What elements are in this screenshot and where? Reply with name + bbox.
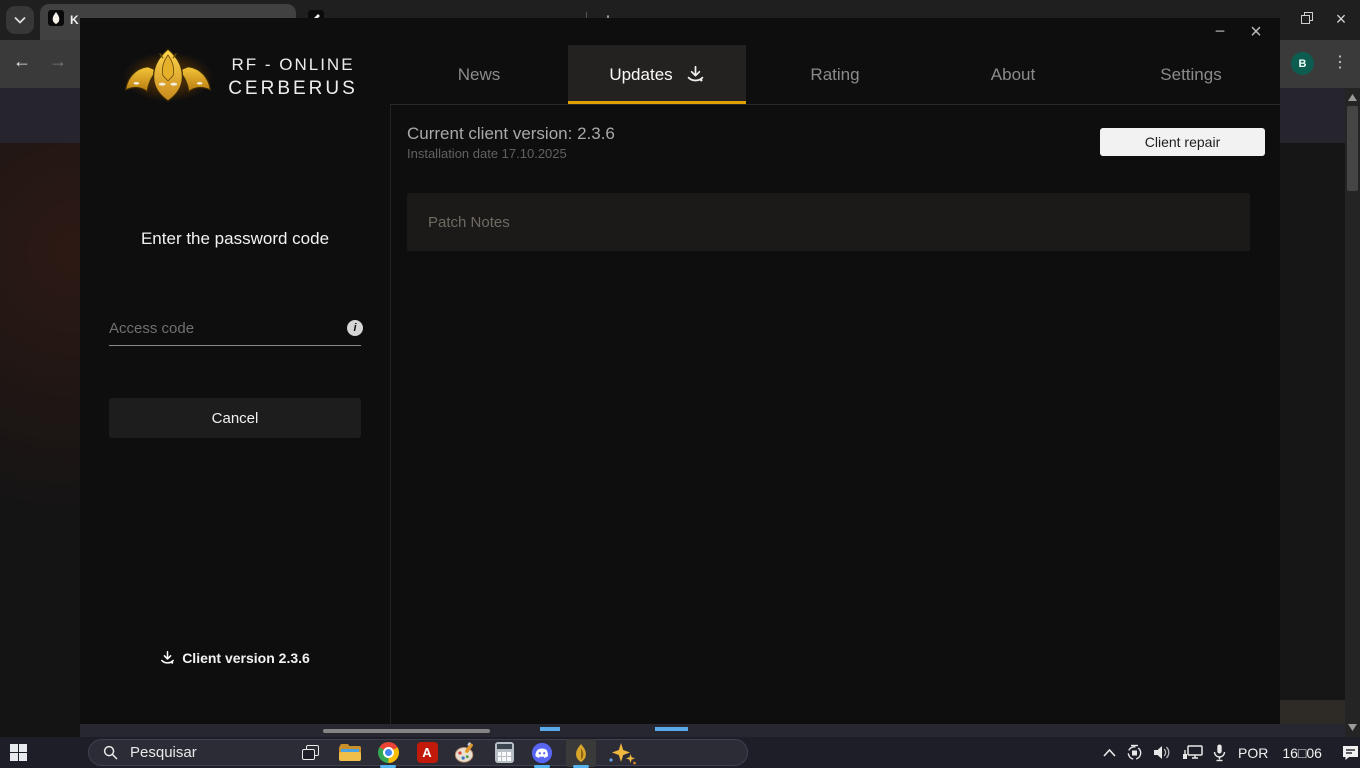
browser-page-bottom-sliver [80, 724, 1345, 737]
patch-notes-panel[interactable]: Patch Notes [407, 193, 1250, 251]
browser-toolbar-left: ← → [0, 40, 80, 88]
notifications-icon[interactable] [1341, 744, 1360, 762]
chevron-down-icon [14, 16, 26, 24]
rf-flame-icon [574, 744, 588, 762]
tray-microphone-icon[interactable] [1213, 744, 1226, 762]
calculator-icon [495, 742, 514, 763]
chrome-icon [378, 742, 399, 763]
tab-updates[interactable]: Updates [568, 45, 746, 104]
search-icon [103, 745, 118, 760]
calculator-button[interactable] [491, 740, 517, 765]
discord-icon [531, 742, 553, 764]
brand-line2: CERBERUS [228, 78, 358, 100]
rf-launcher-taskbar-button[interactable] [566, 739, 596, 767]
download-tray-icon [686, 66, 705, 83]
browser-close-button[interactable]: × [1328, 6, 1354, 32]
tray-speaker-icon[interactable] [1153, 745, 1172, 760]
browser-page-fragment [0, 88, 80, 143]
discord-button[interactable] [529, 740, 555, 765]
acrobat-icon: A [417, 742, 438, 763]
desktop-screen: K + × ← → B ⋮ [0, 0, 1360, 768]
copilot-sparkle-icon [607, 742, 637, 765]
tab-about[interactable]: About [924, 45, 1102, 104]
system-tray: POR 16□06 [1098, 737, 1360, 768]
tab1-title: K [70, 13, 79, 27]
tab-rating[interactable]: Rating [746, 45, 924, 104]
file-explorer-button[interactable] [337, 740, 363, 765]
cancel-button[interactable]: Cancel [109, 398, 361, 438]
browser-forward-button[interactable]: → [49, 51, 67, 72]
client-version-row: Client version 2.3.6 [80, 650, 390, 666]
access-code-input[interactable] [109, 312, 361, 346]
start-button-windows-icon[interactable] [10, 744, 27, 761]
launcher-minimize-button[interactable]: − [1206, 22, 1234, 44]
launcher-close-button[interactable]: × [1242, 19, 1270, 45]
page-blue-element-fragment [540, 727, 560, 731]
browser-profile-avatar[interactable]: B [1291, 52, 1314, 75]
browser-menu-kebab-icon[interactable]: ⋮ [1332, 52, 1348, 72]
patch-notes-label: Patch Notes [428, 214, 510, 231]
current-client-version: Current client version: 2.3.6 [407, 124, 615, 144]
search-placeholder: Pesquisar [130, 744, 197, 761]
rf-launcher-window [80, 18, 1280, 724]
folder-icon [339, 744, 361, 762]
download-tray-icon [160, 651, 175, 665]
tab-news[interactable]: News [390, 45, 568, 104]
page-blue-element-fragment [655, 727, 688, 731]
client-repair-button[interactable]: Client repair [1100, 128, 1265, 156]
launcher-nav: News Updates Rating About Settings [390, 45, 1280, 104]
client-version-label: Client version 2.3.6 [182, 650, 310, 666]
tab1-favicon-rf-flame-icon [48, 10, 64, 26]
acrobat-button[interactable]: A [414, 740, 440, 765]
paint-button[interactable] [452, 740, 478, 765]
browser-toolbar-right: B ⋮ [1280, 40, 1360, 88]
brand-line1: RF - ONLINE [228, 55, 358, 75]
browser-back-button[interactable]: ← [13, 51, 31, 72]
desktop-wallpaper-fragment [0, 143, 80, 737]
password-code-title: Enter the password code [80, 229, 390, 249]
chrome-button[interactable] [375, 740, 401, 765]
header-divider [390, 104, 1280, 105]
scroll-down-arrow-icon[interactable] [1345, 720, 1360, 734]
scrollbar-thumb[interactable] [1347, 106, 1358, 191]
panel-divider [390, 105, 391, 724]
info-icon[interactable]: i [347, 320, 363, 336]
tab-settings[interactable]: Settings [1102, 45, 1280, 104]
horizontal-scrollbar-fragment [323, 729, 490, 733]
tab-search-button[interactable] [6, 6, 34, 34]
tray-chevron-up-icon[interactable] [1103, 749, 1116, 757]
installation-date: Installation date 17.10.2025 [407, 146, 567, 161]
browser-restore-button[interactable] [1298, 10, 1320, 30]
language-indicator[interactable]: POR [1238, 745, 1268, 761]
task-view-button[interactable] [298, 740, 324, 765]
clock[interactable]: 16□06 [1282, 745, 1322, 761]
browser-page-fragment [1280, 143, 1345, 737]
tray-network-icon[interactable] [1182, 745, 1203, 761]
cerberus-logo-icon [118, 44, 218, 106]
browser-scrollbar[interactable] [1345, 88, 1360, 737]
scroll-up-arrow-icon[interactable] [1345, 90, 1360, 104]
task-view-icon [302, 745, 320, 761]
browser-page-fragment [1280, 88, 1345, 143]
brand-title: RF - ONLINE CERBERUS [228, 55, 358, 100]
tray-screen-record-icon[interactable] [1126, 744, 1143, 761]
paint-palette-icon [454, 742, 476, 764]
